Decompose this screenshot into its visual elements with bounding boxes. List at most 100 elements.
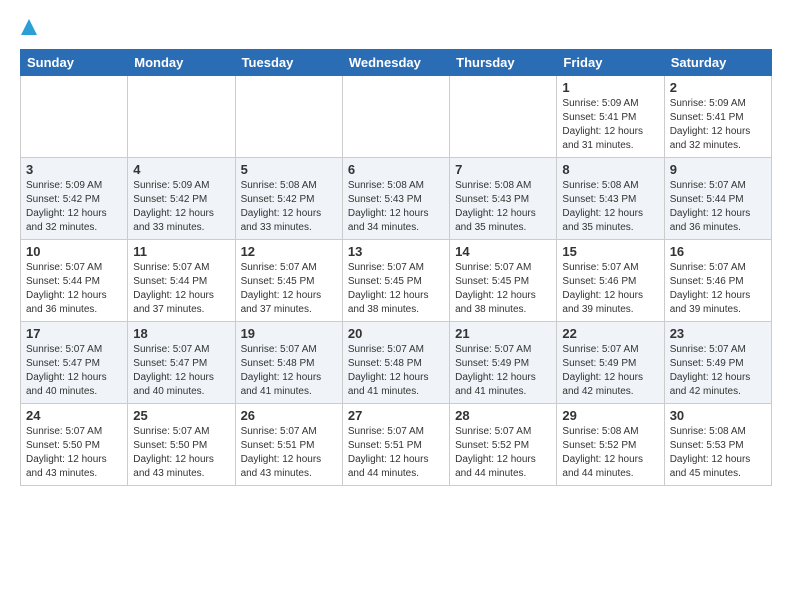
day-number: 17 <box>26 326 122 341</box>
cell-content: Sunrise: 5:09 AMSunset: 5:42 PMDaylight:… <box>26 179 122 235</box>
cell-line-1: Sunset: 5:44 PM <box>133 276 207 287</box>
cell-line-0: Sunrise: 5:07 AM <box>241 262 317 273</box>
calendar-week-5: 24Sunrise: 5:07 AMSunset: 5:50 PMDayligh… <box>21 404 772 486</box>
logo-triangle-icon <box>20 18 38 41</box>
cell-line-2: Daylight: 12 hours <box>241 290 322 301</box>
calendar-cell-day-9: 9Sunrise: 5:07 AMSunset: 5:44 PMDaylight… <box>664 158 771 240</box>
calendar-cell-day-1: 1Sunrise: 5:09 AMSunset: 5:41 PMDaylight… <box>557 76 664 158</box>
cell-line-2: Daylight: 12 hours <box>348 454 429 465</box>
cell-content: Sunrise: 5:07 AMSunset: 5:52 PMDaylight:… <box>455 425 551 481</box>
weekday-header-friday: Friday <box>557 50 664 76</box>
calendar-week-4: 17Sunrise: 5:07 AMSunset: 5:47 PMDayligh… <box>21 322 772 404</box>
cell-line-1: Sunset: 5:48 PM <box>348 358 422 369</box>
cell-line-3: and 36 minutes. <box>670 222 741 233</box>
cell-content: Sunrise: 5:07 AMSunset: 5:45 PMDaylight:… <box>455 261 551 317</box>
cell-line-0: Sunrise: 5:07 AM <box>348 262 424 273</box>
cell-content: Sunrise: 5:07 AMSunset: 5:48 PMDaylight:… <box>241 343 337 399</box>
cell-line-3: and 36 minutes. <box>26 304 97 315</box>
cell-line-3: and 41 minutes. <box>348 386 419 397</box>
cell-line-1: Sunset: 5:42 PM <box>133 194 207 205</box>
cell-content: Sunrise: 5:08 AMSunset: 5:53 PMDaylight:… <box>670 425 766 481</box>
day-number: 7 <box>455 162 551 177</box>
day-number: 4 <box>133 162 229 177</box>
cell-line-2: Daylight: 12 hours <box>241 372 322 383</box>
cell-content: Sunrise: 5:07 AMSunset: 5:50 PMDaylight:… <box>26 425 122 481</box>
cell-line-1: Sunset: 5:45 PM <box>241 276 315 287</box>
cell-line-1: Sunset: 5:51 PM <box>348 440 422 451</box>
cell-line-0: Sunrise: 5:07 AM <box>670 180 746 191</box>
calendar-cell-day-12: 12 Sunrise: 5:07 AM Sunset: 5:45 PM Dayligh… <box>235 240 342 322</box>
cell-line-2: Daylight: 12 hours <box>133 454 214 465</box>
weekday-header-monday: Monday <box>128 50 235 76</box>
cell-line-0: Sunrise: 5:07 AM <box>26 426 102 437</box>
cell-line-0: Sunrise: 5:07 AM <box>133 344 209 355</box>
cell-line-2: Daylight: 12 hours <box>26 208 107 219</box>
cell-line-3: and 35 minutes. <box>455 222 526 233</box>
cell-line-3: and 42 minutes. <box>562 386 633 397</box>
calendar-cell-day-13: 13 Sunrise: 5:07 AM Sunset: 5:45 PM Dayligh… <box>342 240 449 322</box>
cell-line-3: and 40 minutes. <box>26 386 97 397</box>
cell-content: Sunrise: 5:07 AMSunset: 5:46 PMDaylight:… <box>670 261 766 317</box>
calendar-week-1: 1Sunrise: 5:09 AMSunset: 5:41 PMDaylight… <box>21 76 772 158</box>
cell-line-1: Sunset: 5:44 PM <box>670 194 744 205</box>
cell-line-1: Sunset: 5:52 PM <box>562 440 636 451</box>
calendar-table: SundayMondayTuesdayWednesdayThursdayFrid… <box>20 49 772 486</box>
cell-line-0: Sunrise: 5:07 AM <box>133 426 209 437</box>
cell-line-1: Sunset: 5:47 PM <box>26 358 100 369</box>
cell-line-2: Daylight: 12 hours <box>670 372 751 383</box>
cell-line-0: Sunrise: 5:07 AM <box>348 426 424 437</box>
cell-line-0: Sunrise: 5:07 AM <box>455 262 531 273</box>
day-number: 16 <box>670 244 766 259</box>
calendar-cell-day-7: 7Sunrise: 5:08 AMSunset: 5:43 PMDaylight… <box>450 158 557 240</box>
cell-line-1: Sunset: 5:45 PM <box>348 276 422 287</box>
weekday-header-wednesday: Wednesday <box>342 50 449 76</box>
calendar-cell-day-30: 30Sunrise: 5:08 AMSunset: 5:53 PMDayligh… <box>664 404 771 486</box>
cell-line-0: Sunrise: 5:08 AM <box>562 426 638 437</box>
calendar-week-3: 10Sunrise: 5:07 AMSunset: 5:44 PMDayligh… <box>21 240 772 322</box>
cell-line-2: Daylight: 12 hours <box>26 372 107 383</box>
cell-line-3: and 32 minutes. <box>26 222 97 233</box>
day-number: 15 <box>562 244 658 259</box>
cell-line-1: Sunset: 5:46 PM <box>670 276 744 287</box>
day-number: 29 <box>562 408 658 423</box>
cell-line-0: Sunrise: 5:07 AM <box>133 262 209 273</box>
cell-line-0: Sunrise: 5:09 AM <box>26 180 102 191</box>
calendar-cell-day-28: 28Sunrise: 5:07 AMSunset: 5:52 PMDayligh… <box>450 404 557 486</box>
day-number: 12 <box>241 244 337 259</box>
cell-line-3: and 45 minutes. <box>670 468 741 479</box>
cell-line-3: and 33 minutes. <box>241 222 312 233</box>
weekday-header-tuesday: Tuesday <box>235 50 342 76</box>
calendar-cell-day-15: 15Sunrise: 5:07 AMSunset: 5:46 PMDayligh… <box>557 240 664 322</box>
calendar-cell-day-24: 24Sunrise: 5:07 AMSunset: 5:50 PMDayligh… <box>21 404 128 486</box>
day-number: 24 <box>26 408 122 423</box>
cell-line-1: Sunset: 5:50 PM <box>26 440 100 451</box>
cell-line-0: Sunrise: 5:08 AM <box>241 180 317 191</box>
cell-line-1: Sunset: 5:52 PM <box>455 440 529 451</box>
cell-line-2: Daylight: 12 hours <box>562 126 643 137</box>
cell-line-3: and 43 minutes. <box>241 468 312 479</box>
day-number: 19 <box>241 326 337 341</box>
cell-content: Sunrise: 5:07 AMSunset: 5:44 PMDaylight:… <box>670 179 766 235</box>
cell-line-1: Sunset: 5:49 PM <box>670 358 744 369</box>
cell-line-0: Sunrise: 5:09 AM <box>133 180 209 191</box>
cell-line-0: Sunrise: 5:07 AM <box>562 262 638 273</box>
day-number: 14 <box>455 244 551 259</box>
cell-line-1: Sunset: 5:49 PM <box>562 358 636 369</box>
cell-content: Sunrise: 5:07 AMSunset: 5:47 PMDaylight:… <box>133 343 229 399</box>
cell-content: Sunrise: 5:07 AM Sunset: 5:45 PM Daylight:… <box>241 261 337 317</box>
calendar-cell-day-2: 2Sunrise: 5:09 AMSunset: 5:41 PMDaylight… <box>664 76 771 158</box>
day-number: 13 <box>348 244 444 259</box>
calendar-cell-day-4: 4Sunrise: 5:09 AMSunset: 5:42 PMDaylight… <box>128 158 235 240</box>
cell-line-0: Sunrise: 5:09 AM <box>670 98 746 109</box>
calendar-cell-day-10: 10Sunrise: 5:07 AMSunset: 5:44 PMDayligh… <box>21 240 128 322</box>
cell-content: Sunrise: 5:07 AMSunset: 5:50 PMDaylight:… <box>133 425 229 481</box>
cell-line-2: Daylight: 12 hours <box>348 290 429 301</box>
cell-line-1: Sunset: 5:41 PM <box>670 112 744 123</box>
day-number: 22 <box>562 326 658 341</box>
cell-line-0: Sunrise: 5:07 AM <box>455 426 531 437</box>
day-number: 5 <box>241 162 337 177</box>
cell-content: Sunrise: 5:07 AM Sunset: 5:45 PM Daylight:… <box>348 261 444 317</box>
cell-line-3: and 38 minutes. <box>455 304 526 315</box>
calendar-cell-day-8: 8Sunrise: 5:08 AMSunset: 5:43 PMDaylight… <box>557 158 664 240</box>
day-number: 27 <box>348 408 444 423</box>
